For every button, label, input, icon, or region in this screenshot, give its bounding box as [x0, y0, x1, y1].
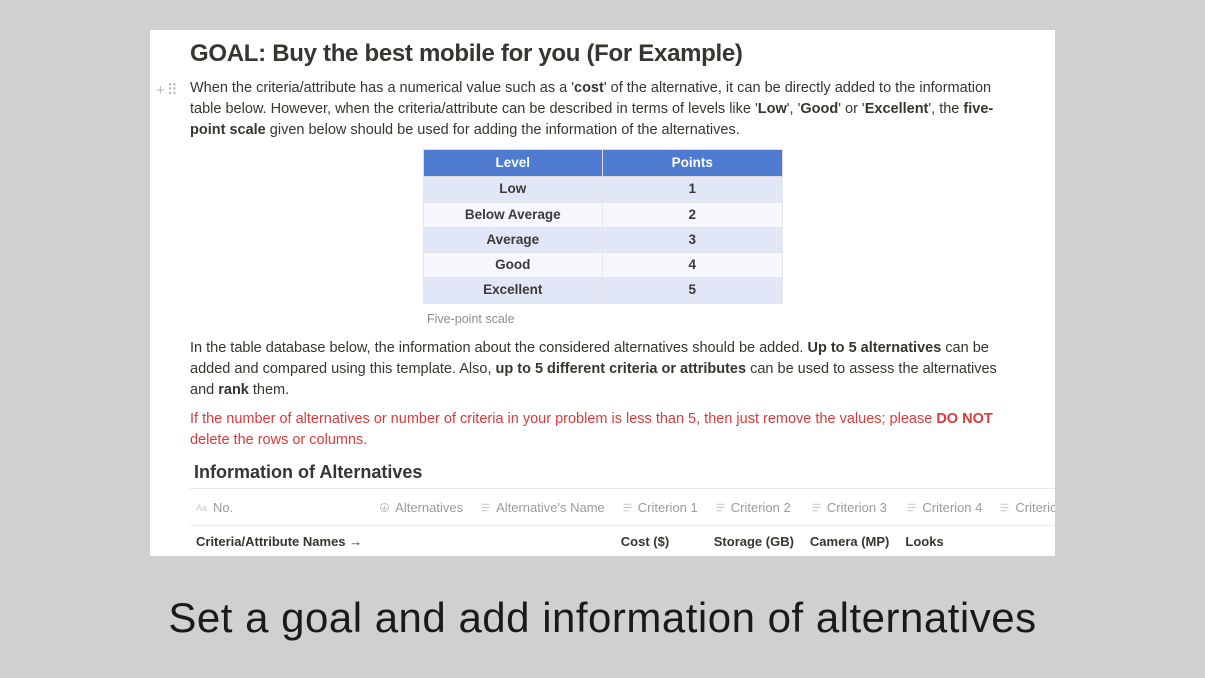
add-block-icon[interactable]: + — [156, 80, 165, 102]
text-bold: cost — [574, 80, 604, 96]
text-bold: Low — [758, 101, 787, 117]
drag-handle-icon[interactable]: ⠿ — [167, 80, 178, 102]
warning-paragraph[interactable]: If the number of alternatives or number … — [190, 409, 1015, 451]
svg-text:Aa: Aa — [196, 502, 207, 512]
text-bold: Good — [800, 101, 838, 117]
col-header-name[interactable]: Alternative's Name — [471, 489, 613, 526]
scale-cell: 4 — [603, 253, 783, 278]
alternatives-database: AaNo. Alternatives Alternative's Name Cr… — [190, 488, 1055, 556]
text-prop-icon — [714, 501, 727, 514]
scale-table-wrap: Level Points Low1 Below Average2 Average… — [423, 149, 783, 304]
database-title[interactable]: Information of Alternatives — [190, 459, 1015, 486]
text: given below should be used for adding th… — [266, 122, 740, 138]
intro-paragraph[interactable]: + ⠿ When the criteria/attribute has a nu… — [190, 78, 1015, 141]
text-bold: DO NOT — [936, 411, 992, 427]
criteria-name[interactable]: Cost ($) — [613, 526, 706, 556]
scale-cell: Excellent — [423, 278, 603, 303]
scale-cell: 2 — [603, 202, 783, 227]
text-bold: rank — [218, 382, 249, 398]
text: delete the rows or columns. — [190, 432, 367, 448]
text-bold: up to 5 different criteria or attributes — [496, 361, 747, 377]
col-header-c3[interactable]: Criterion 3 — [802, 489, 897, 526]
text: In the table database below, the informa… — [190, 340, 808, 356]
col-header-c4[interactable]: Criterion 4 — [897, 489, 990, 526]
col-header-no[interactable]: AaNo. — [190, 489, 370, 526]
criteria-name[interactable]: Storage (GB) — [706, 526, 802, 556]
text-prop-icon — [998, 501, 1011, 514]
text-prop-icon — [810, 501, 823, 514]
title-prop-icon: Aa — [196, 501, 209, 514]
paragraph-2[interactable]: In the table database below, the informa… — [190, 338, 1015, 401]
criteria-name[interactable] — [990, 526, 1055, 556]
criteria-name[interactable]: Camera (MP) — [802, 526, 897, 556]
scale-cell: Low — [423, 177, 603, 202]
text: ', ' — [787, 101, 801, 117]
text: them. — [249, 382, 289, 398]
notion-page: GOAL: Buy the best mobile for you (For E… — [150, 30, 1055, 556]
text-prop-icon — [905, 501, 918, 514]
scale-cell: Average — [423, 227, 603, 252]
criteria-name[interactable]: Looks — [897, 526, 990, 556]
scale-cell: Good — [423, 253, 603, 278]
criteria-names-row[interactable]: Criteria/Attribute Names → Cost ($) Stor… — [190, 526, 1055, 556]
text: If the number of alternatives or number … — [190, 411, 936, 427]
page-title[interactable]: GOAL: Buy the best mobile for you (For E… — [190, 36, 1015, 72]
text: ' or ' — [838, 101, 865, 117]
scale-header-level: Level — [423, 150, 603, 177]
scale-cell: 5 — [603, 278, 783, 303]
col-header-alternatives[interactable]: Alternatives — [370, 489, 471, 526]
scale-cell: 1 — [603, 177, 783, 202]
select-prop-icon — [378, 501, 391, 514]
scale-caption: Five-point scale — [190, 310, 1015, 329]
text: ', the — [928, 101, 963, 117]
block-handle[interactable]: + ⠿ — [156, 80, 178, 102]
text-prop-icon — [479, 501, 492, 514]
text-bold: Excellent — [865, 101, 929, 117]
db-header-row: AaNo. Alternatives Alternative's Name Cr… — [190, 489, 1055, 526]
slide-caption: Set a goal and add information of altern… — [0, 586, 1205, 649]
scale-cell: 3 — [603, 227, 783, 252]
scale-cell: Below Average — [423, 202, 603, 227]
col-header-c1[interactable]: Criterion 1 — [613, 489, 706, 526]
text-prop-icon — [621, 501, 634, 514]
col-header-c5[interactable]: Criterion 5 — [990, 489, 1055, 526]
text-bold: Up to 5 alternatives — [808, 340, 942, 356]
criteria-label[interactable]: Criteria/Attribute Names → — [190, 526, 370, 556]
col-header-c2[interactable]: Criterion 2 — [706, 489, 802, 526]
scale-header-points: Points — [603, 150, 783, 177]
text: When the criteria/attribute has a numeri… — [190, 80, 574, 96]
five-point-scale-table: Level Points Low1 Below Average2 Average… — [423, 149, 783, 304]
